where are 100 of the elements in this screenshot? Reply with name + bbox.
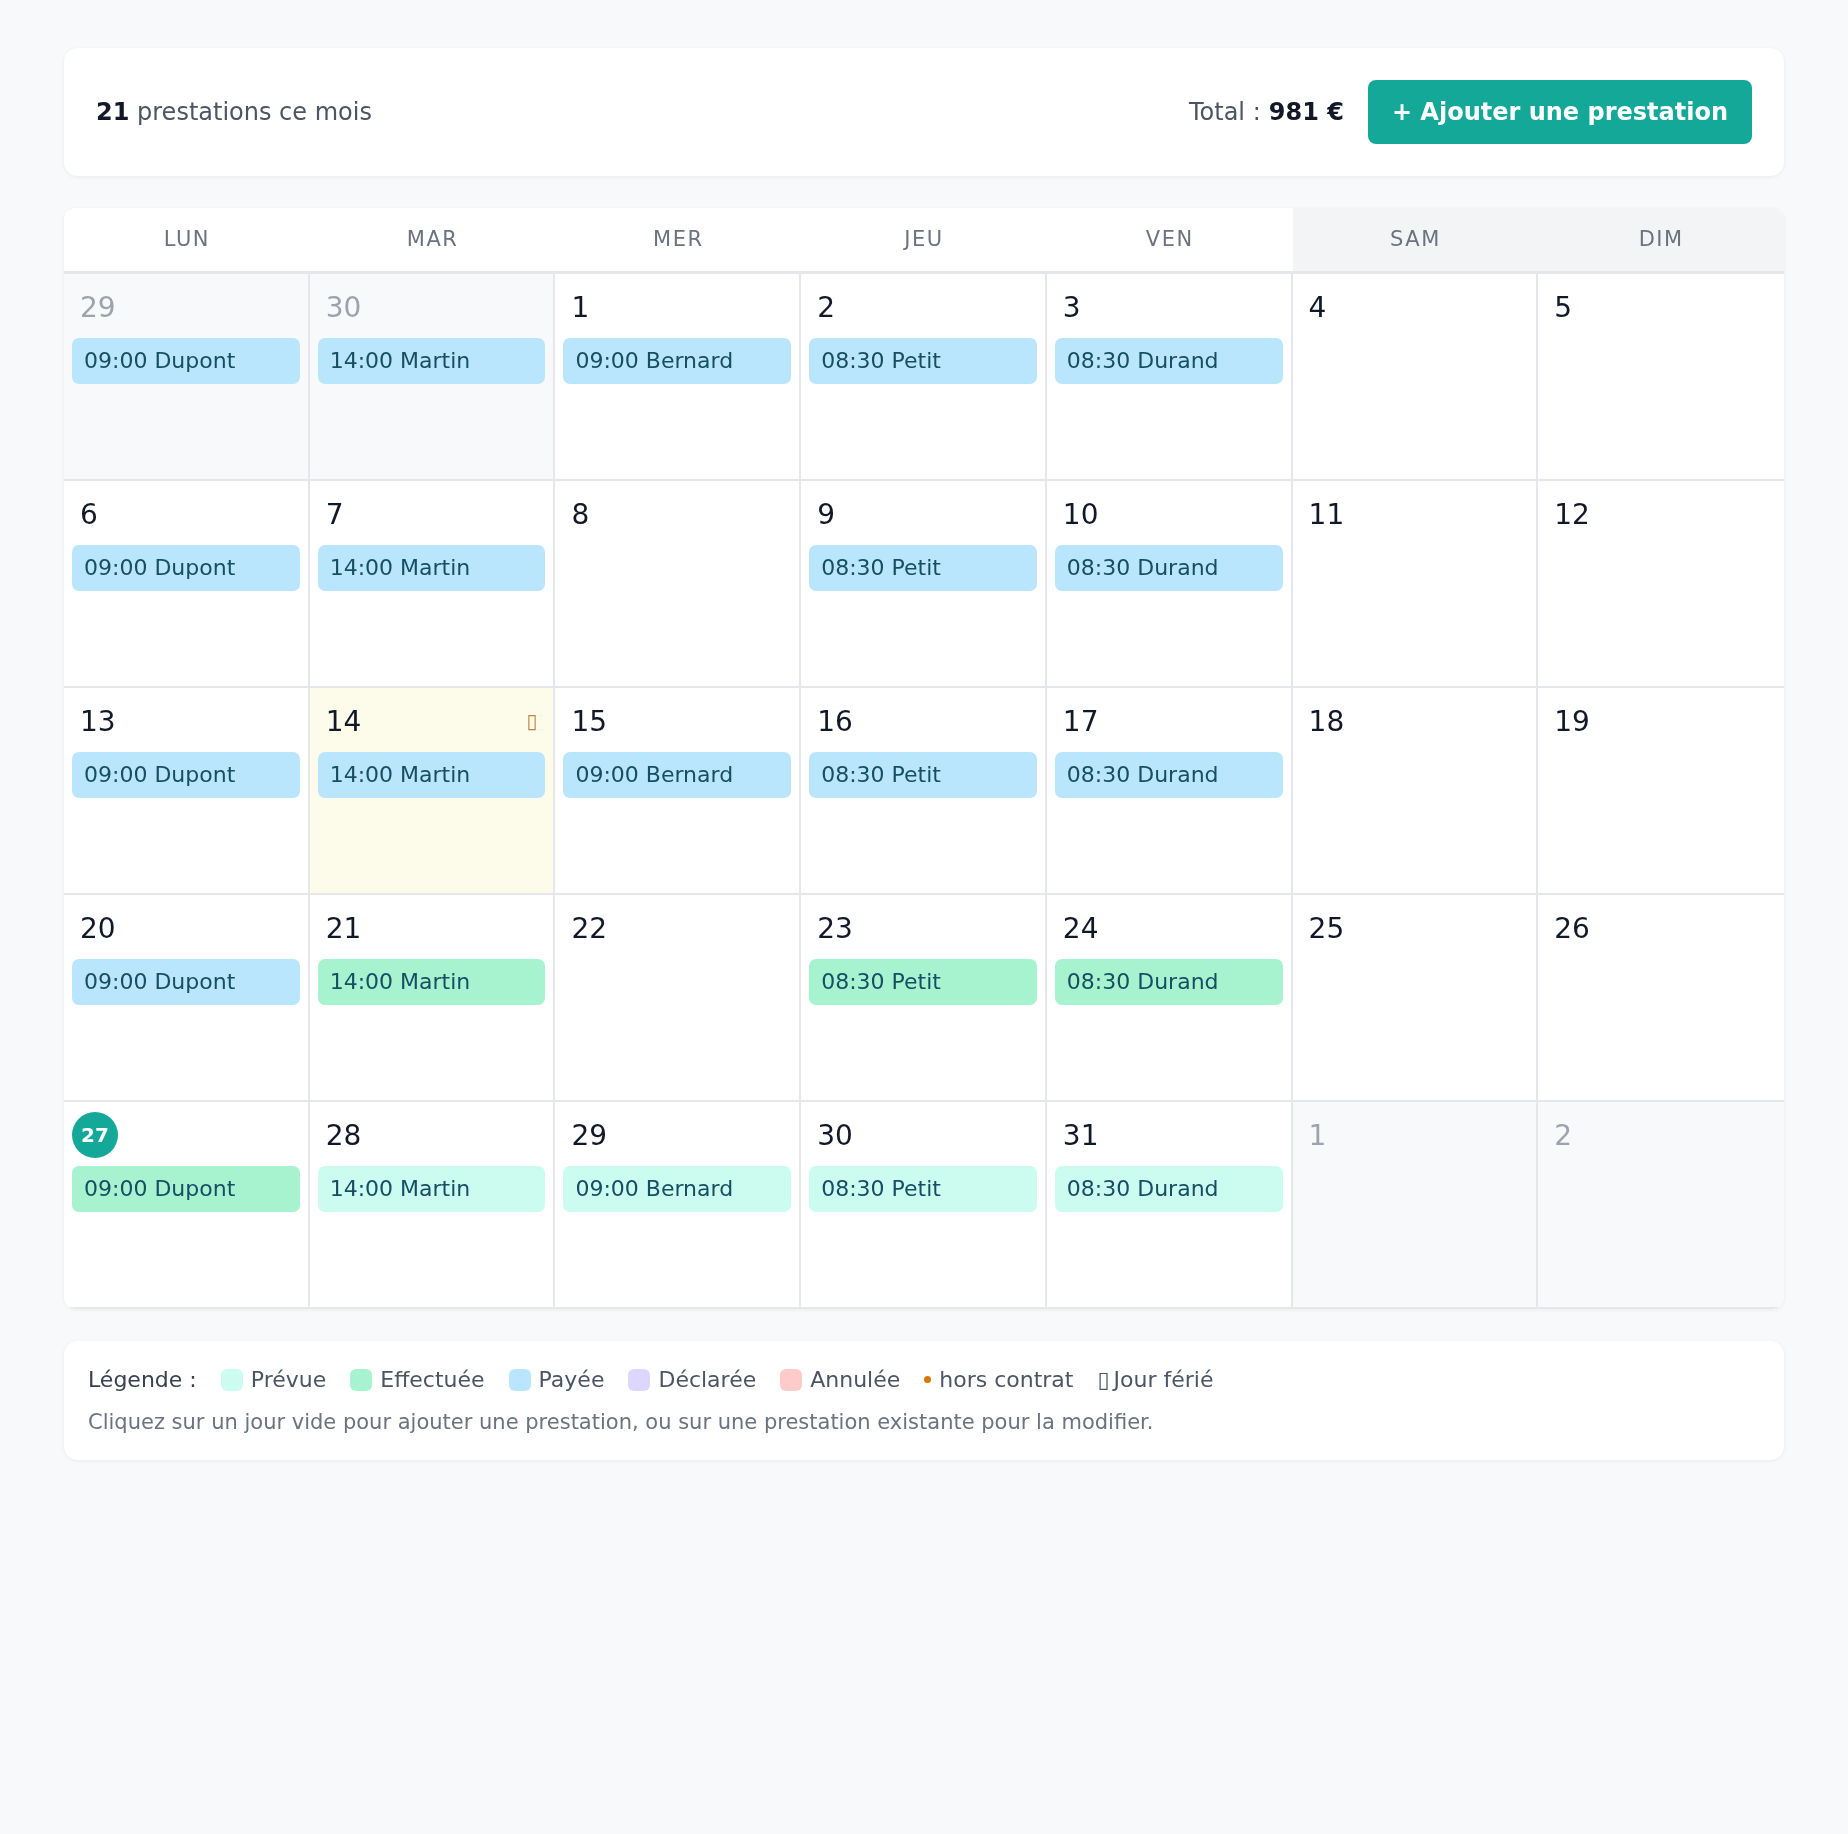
day-cell[interactable]: 30 14:00 Martin bbox=[309, 274, 556, 481]
day-number: 5 bbox=[1554, 290, 1573, 324]
day-number: 13 bbox=[80, 704, 116, 738]
day-number: 19 bbox=[1554, 704, 1590, 738]
appointment-chip[interactable]: 14:00 Martin bbox=[317, 1166, 546, 1212]
day-number: 2 bbox=[1554, 1118, 1573, 1152]
day-cell[interactable]: 20 09:00 Dupont bbox=[64, 895, 310, 1102]
day-cell[interactable]: 8 bbox=[555, 481, 802, 688]
day-cell[interactable]: 31 08:30 Durand bbox=[1046, 1102, 1293, 1309]
month-count: 21 prestations ce mois bbox=[96, 98, 372, 126]
appointment-chip[interactable]: 09:00 Dupont bbox=[72, 545, 300, 591]
day-cell[interactable]: 17 08:30 Durand bbox=[1046, 688, 1293, 895]
day-number: 18 bbox=[1308, 704, 1345, 738]
day-cell[interactable]: 26 bbox=[1538, 895, 1784, 1102]
day-cell[interactable]: 2 08:30 Petit bbox=[801, 274, 1047, 481]
appointment-chip[interactable]: 08:30 Durand bbox=[1054, 752, 1283, 798]
day-number: 3 bbox=[1062, 290, 1081, 324]
appointment-chip[interactable]: 09:00 Dupont bbox=[72, 959, 300, 1005]
day-cell[interactable]: 19 bbox=[1538, 688, 1784, 895]
appointment-chip[interactable]: 14:00 Martin bbox=[317, 545, 546, 591]
day-number: 24 bbox=[1062, 911, 1099, 945]
appointment-chip[interactable]: 08:30 Durand bbox=[1054, 1166, 1283, 1212]
day-number: 8 bbox=[571, 497, 590, 531]
holiday-icon: ▯ bbox=[526, 709, 538, 733]
day-number: 14 bbox=[325, 704, 362, 738]
legend-label: Annulée bbox=[810, 1367, 901, 1392]
legend-label: Payée bbox=[538, 1367, 605, 1392]
day-cell[interactable]: 15 09:00 Bernard bbox=[555, 688, 802, 895]
day-number: 16 bbox=[817, 704, 853, 738]
day-cell[interactable]: 16 08:30 Petit bbox=[801, 688, 1047, 895]
day-cell[interactable]: 18 bbox=[1292, 688, 1539, 895]
day-number: 27 bbox=[72, 1112, 118, 1158]
weekday-header: SAM bbox=[1292, 208, 1539, 271]
day-number: 30 bbox=[325, 290, 362, 324]
legend-label: Déclarée bbox=[658, 1367, 757, 1392]
appointment-chip[interactable]: 14:00 Martin bbox=[317, 752, 546, 798]
day-cell[interactable]: 28 14:00 Martin bbox=[309, 1102, 556, 1309]
day-cell[interactable]: 29 09:00 Dupont bbox=[64, 274, 310, 481]
appointment-chip[interactable]: 08:30 Petit bbox=[809, 545, 1037, 591]
appointment-chip[interactable]: 09:00 Bernard bbox=[563, 338, 792, 384]
appointment-chip[interactable]: 09:00 Bernard bbox=[563, 1166, 792, 1212]
day-cell[interactable]: 14 ▯ 14:00 Martin bbox=[309, 688, 556, 895]
day-cell[interactable]: 3 08:30 Durand bbox=[1046, 274, 1293, 481]
day-cell[interactable]: 5 bbox=[1538, 274, 1784, 481]
day-number: 26 bbox=[1554, 911, 1590, 945]
day-number: 28 bbox=[325, 1118, 362, 1152]
day-cell[interactable]: 24 08:30 Durand bbox=[1046, 895, 1293, 1102]
day-number: 2 bbox=[817, 290, 835, 324]
appointment-chip[interactable]: 09:00 Dupont bbox=[72, 1166, 300, 1212]
legend-label: hors contrat bbox=[939, 1367, 1074, 1392]
legend-title: Légende : bbox=[88, 1367, 197, 1392]
appointment-chip[interactable]: 09:00 Bernard bbox=[563, 752, 792, 798]
day-number: 9 bbox=[817, 497, 835, 531]
day-cell[interactable]: 4 bbox=[1292, 274, 1539, 481]
appointment-chip[interactable]: 14:00 Martin bbox=[317, 959, 546, 1005]
holiday-icon: ▯ bbox=[1097, 1367, 1110, 1392]
appointment-chip[interactable]: 08:30 Petit bbox=[809, 338, 1037, 384]
day-number: 10 bbox=[1062, 497, 1099, 531]
day-cell[interactable]: 6 09:00 Dupont bbox=[64, 481, 310, 688]
appointment-chip[interactable]: 08:30 Petit bbox=[809, 959, 1037, 1005]
day-cell[interactable]: 9 08:30 Petit bbox=[801, 481, 1047, 688]
appointment-chip[interactable]: 08:30 Petit bbox=[809, 1166, 1037, 1212]
appointment-chip[interactable]: 14:00 Martin bbox=[317, 338, 546, 384]
day-cell[interactable]: 13 09:00 Dupont bbox=[64, 688, 310, 895]
weekday-header: DIM bbox=[1538, 208, 1784, 271]
appointment-chip[interactable]: 08:30 Petit bbox=[809, 752, 1037, 798]
appointment-chip[interactable]: 09:00 Dupont bbox=[72, 752, 300, 798]
hint-text: Cliquez sur un jour vide pour ajouter une prestation, ou sur une prestation existante pour la modifier. bbox=[88, 1410, 1155, 1434]
total-label: Total : bbox=[1188, 98, 1261, 126]
appointment-chip[interactable]: 08:30 Durand bbox=[1054, 338, 1283, 384]
day-number: 25 bbox=[1308, 911, 1345, 945]
day-number: 4 bbox=[1308, 290, 1327, 324]
day-number: 12 bbox=[1554, 497, 1590, 531]
day-cell[interactable]: 29 09:00 Bernard bbox=[555, 1102, 802, 1309]
day-number: 29 bbox=[571, 1118, 608, 1152]
day-number: 21 bbox=[325, 911, 362, 945]
appointment-chip[interactable]: 08:30 Durand bbox=[1054, 959, 1283, 1005]
appointment-chip[interactable]: 09:00 Dupont bbox=[72, 338, 300, 384]
day-number: 7 bbox=[325, 497, 344, 531]
day-number: 31 bbox=[1062, 1118, 1099, 1152]
day-number: 11 bbox=[1308, 497, 1345, 531]
day-cell[interactable]: 7 14:00 Martin bbox=[309, 481, 556, 688]
day-cell[interactable]: 1 09:00 Bernard bbox=[555, 274, 802, 481]
day-cell[interactable]: 12 bbox=[1538, 481, 1784, 688]
legend-label: Prévue bbox=[250, 1367, 327, 1392]
appointment-chip[interactable]: 08:30 Durand bbox=[1054, 545, 1283, 591]
day-number: 17 bbox=[1062, 704, 1099, 738]
day-cell[interactable]: 21 14:00 Martin bbox=[309, 895, 556, 1102]
day-number: 22 bbox=[571, 911, 608, 945]
day-cell[interactable]: 30 08:30 Petit bbox=[801, 1102, 1047, 1309]
legend-label: Effectuée bbox=[380, 1367, 485, 1392]
day-cell[interactable]: 22 bbox=[555, 895, 802, 1102]
day-cell[interactable]: 10 08:30 Durand bbox=[1046, 481, 1293, 688]
day-number: 29 bbox=[80, 290, 116, 324]
day-cell[interactable]: 23 08:30 Petit bbox=[801, 895, 1047, 1102]
day-cell[interactable]: 11 bbox=[1292, 481, 1539, 688]
day-number: 20 bbox=[80, 911, 116, 945]
day-cell[interactable]: 27 09:00 Dupont bbox=[64, 1102, 310, 1309]
day-cell[interactable]: 25 bbox=[1292, 895, 1539, 1102]
day-number: 30 bbox=[817, 1118, 853, 1152]
